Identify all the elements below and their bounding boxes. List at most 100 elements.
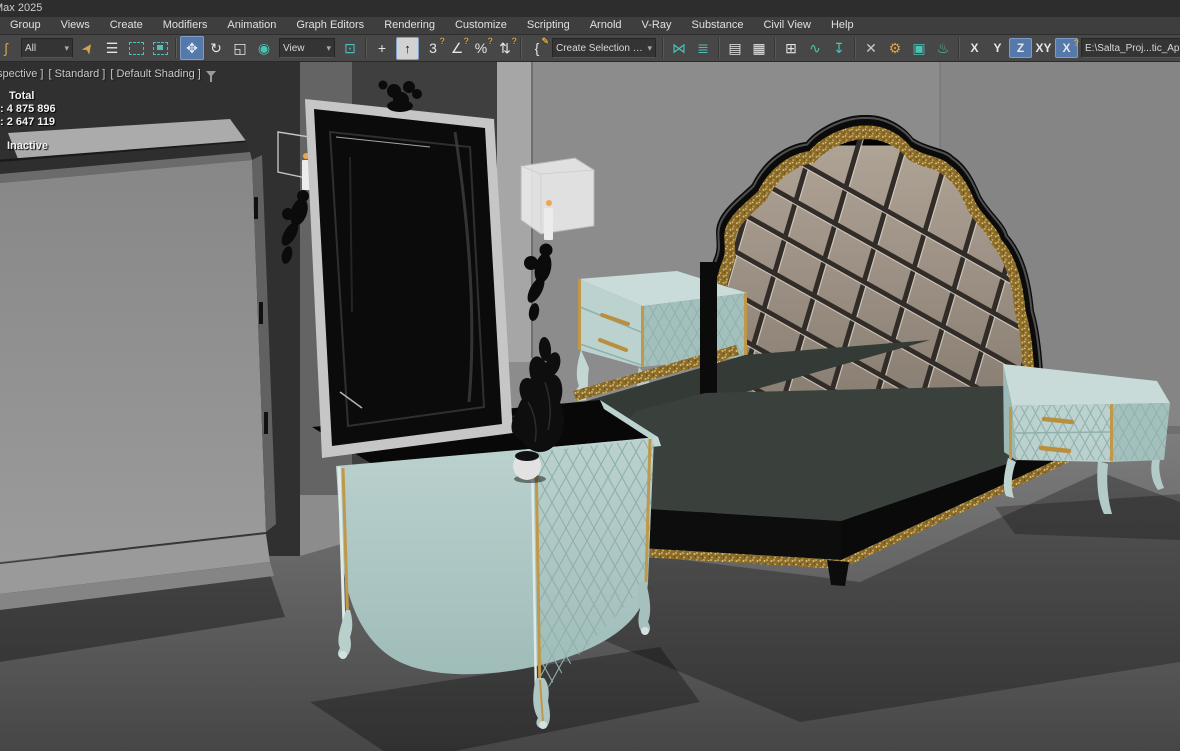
- render-production-button[interactable]: ♨: [931, 36, 955, 60]
- select-and-place-button[interactable]: ◉: [252, 36, 276, 60]
- project-folder-dropdown[interactable]: E:\Salta_Proj...tic_Apartment▾: [1081, 38, 1180, 58]
- main-toolbar: ʃ All▾ ➤ ☰ ✥ ↻ ◱ ◉ View▾ ⊡ + ↑ 3?∠?%?⇅? {✎Create Sele…: [0, 35, 1180, 62]
- angle-snap-icon: ∠: [451, 40, 464, 57]
- stats-verts-value: : 2 647 119: [0, 116, 56, 129]
- percent-snap-icon: %: [475, 40, 487, 56]
- curve-editor-button[interactable]: ∿: [803, 36, 827, 60]
- reference-coordinate-system-dropdown-caret-icon[interactable]: ▾: [326, 43, 331, 54]
- menu-views[interactable]: Views: [51, 17, 100, 34]
- scene-3d: [0, 62, 1180, 751]
- rect-selection-region-button[interactable]: [124, 36, 148, 60]
- window-titlebar: Max 2025: [0, 0, 1180, 17]
- select-and-move-button[interactable]: ✥: [180, 36, 204, 60]
- viewport-shading-label[interactable]: [ Default Shading ]: [110, 68, 201, 80]
- toolbar-separator: [175, 38, 177, 58]
- material-editor-button[interactable]: ✕: [859, 36, 883, 60]
- snap-3d-icon: 3: [429, 40, 437, 56]
- menu-group[interactable]: Group: [0, 17, 51, 34]
- curve-editor-icon: ∿: [809, 40, 821, 57]
- menu-modifiers[interactable]: Modifiers: [153, 17, 218, 34]
- use-pivot-point-center-icon: ⊡: [344, 40, 356, 57]
- viewport-label[interactable]: spective ] [ Standard ] [ Default Shadin…: [0, 66, 216, 82]
- layer-explorer-button[interactable]: ▦: [747, 36, 771, 60]
- window-crossing-button[interactable]: [148, 36, 172, 60]
- bind-to-space-warp-icon: ʃ: [4, 40, 7, 56]
- rendered-frame-window-icon: ▣: [912, 40, 925, 57]
- wardrobe-object[interactable]: [0, 119, 276, 610]
- select-and-rotate-button[interactable]: ↻: [204, 36, 228, 60]
- selection-filter-dropdown[interactable]: All▾: [21, 38, 73, 58]
- menu-create[interactable]: Create: [100, 17, 153, 34]
- axis-constraint-y-button[interactable]: Y: [986, 38, 1009, 58]
- edit-named-selection-sets-button[interactable]: {✎: [525, 36, 549, 60]
- named-selection-sets-dropdown[interactable]: Create Selection Se▾: [552, 38, 656, 58]
- menu-bar: GroupViewsCreateModifiersAnimationGraph …: [0, 17, 1180, 35]
- use-pivot-point-center-button[interactable]: ⊡: [338, 36, 362, 60]
- dope-sheet-button[interactable]: ↧: [827, 36, 851, 60]
- toolbar-separator: [854, 38, 856, 58]
- percent-snap-button[interactable]: %?: [469, 36, 493, 60]
- snaps-toggle-button[interactable]: ↑: [396, 37, 419, 60]
- scene-explorer-icon: ▤: [728, 40, 741, 57]
- axis-constraint-z-button[interactable]: Z: [1009, 38, 1032, 58]
- spinner-snap-button[interactable]: ⇅?: [493, 36, 517, 60]
- snaps-toggle-icon: ↑: [404, 41, 411, 56]
- menu-rendering[interactable]: Rendering: [374, 17, 445, 34]
- reference-coordinate-system-dropdown[interactable]: View▾: [279, 38, 335, 58]
- spinner-snap-icon: ⇅: [499, 40, 511, 57]
- align-button[interactable]: ≣: [691, 36, 715, 60]
- window-crossing-button-icon: [153, 42, 168, 55]
- layer-explorer-icon: ▦: [752, 40, 765, 57]
- window-title: Max 2025: [0, 0, 42, 17]
- menu-help[interactable]: Help: [821, 17, 864, 34]
- select-by-name-button[interactable]: ☰: [100, 36, 124, 60]
- scene-explorer-button[interactable]: ▤: [723, 36, 747, 60]
- snaps-axis-constraint-button[interactable]: X?: [1055, 38, 1078, 58]
- ribbon-toggle-icon: ⊞: [785, 40, 797, 57]
- dope-sheet-icon: ↧: [833, 40, 845, 57]
- select-and-rotate-icon: ↻: [210, 40, 222, 57]
- render-setup-button[interactable]: ⚙: [883, 36, 907, 60]
- rect-selection-region-button-icon: [129, 42, 144, 55]
- select-and-manipulate-button[interactable]: +: [370, 36, 394, 60]
- stats-state-label: Inactive: [0, 140, 56, 153]
- menu-v-ray[interactable]: V-Ray: [632, 17, 682, 34]
- angle-snap-button[interactable]: ∠?: [445, 36, 469, 60]
- select-by-name-icon: ☰: [106, 40, 119, 57]
- edit-named-selection-sets-icon: {: [535, 40, 540, 56]
- bind-to-space-warp-button[interactable]: ʃ: [0, 36, 18, 60]
- material-editor-icon: ✕: [865, 40, 877, 57]
- select-and-scale-icon: ◱: [233, 40, 246, 57]
- axis-constraint-xy-button[interactable]: XY: [1032, 38, 1055, 58]
- select-object-button[interactable]: ➤: [76, 36, 100, 60]
- perspective-viewport[interactable]: spective ] [ Standard ] [ Default Shadin…: [0, 62, 1180, 751]
- per-view-filter-icon[interactable]: [206, 71, 216, 82]
- menu-scripting[interactable]: Scripting: [517, 17, 580, 34]
- axis-constraint-x-button[interactable]: X: [963, 38, 986, 58]
- select-and-move-icon: ✥: [186, 40, 198, 57]
- named-selection-sets-dropdown-caret-icon[interactable]: ▾: [647, 43, 652, 54]
- select-and-place-icon: ◉: [258, 40, 270, 57]
- stats-total-label: Total: [0, 90, 56, 103]
- select-and-scale-button[interactable]: ◱: [228, 36, 252, 60]
- menu-customize[interactable]: Customize: [445, 17, 517, 34]
- toolbar-separator: [520, 38, 522, 58]
- ribbon-toggle-button[interactable]: ⊞: [779, 36, 803, 60]
- selection-filter-dropdown-caret-icon[interactable]: ▾: [64, 43, 69, 54]
- select-and-manipulate-icon: +: [378, 40, 386, 56]
- mirror-button[interactable]: ⋈: [667, 36, 691, 60]
- menu-graph-editors[interactable]: Graph Editors: [286, 17, 374, 34]
- snap-3d-button[interactable]: 3?: [421, 36, 445, 60]
- menu-substance[interactable]: Substance: [681, 17, 753, 34]
- toolbar-separator: [774, 38, 776, 58]
- select-object-icon: ➤: [78, 38, 99, 57]
- toolbar-separator: [365, 38, 367, 58]
- menu-animation[interactable]: Animation: [217, 17, 286, 34]
- viewport-pov-label[interactable]: spective ]: [0, 68, 43, 80]
- menu-arnold[interactable]: Arnold: [580, 17, 632, 34]
- render-setup-icon: ⚙: [889, 40, 902, 57]
- rendered-frame-window-button[interactable]: ▣: [907, 36, 931, 60]
- viewport-renderer-label[interactable]: [ Standard ]: [48, 68, 105, 80]
- menu-civil-view[interactable]: Civil View: [753, 17, 820, 34]
- mirror-object[interactable]: [305, 81, 513, 459]
